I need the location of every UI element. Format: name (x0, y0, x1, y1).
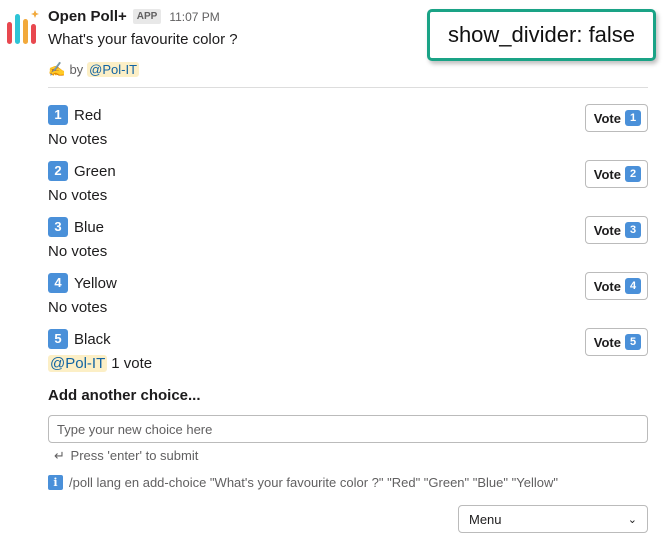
menu-select[interactable]: Menu ⌄ (458, 505, 648, 533)
number-4-icon: 4 (48, 273, 68, 293)
poll-command-text: /poll lang en add-choice "What's your fa… (69, 475, 558, 490)
number-3-icon: 3 (48, 217, 68, 237)
message-header: Open Poll+ APP 11:07 PM (48, 8, 220, 25)
vote-button-5[interactable]: Vote 5 (584, 328, 648, 356)
poll-choices: 1 Red No votes Vote 1 2 Green No votes V… (48, 104, 648, 384)
number-3-icon: 3 (625, 222, 641, 238)
author-mention[interactable]: @Pol-IT (87, 62, 140, 77)
number-2-icon: 2 (625, 166, 641, 182)
open-poll-logo (7, 10, 39, 44)
vote-button-1[interactable]: Vote 1 (584, 104, 648, 132)
vote-button-label: Vote (593, 334, 621, 350)
choice-item: 3 Blue No votes Vote 3 (48, 216, 648, 272)
choice-votes: No votes (48, 186, 108, 204)
choice-label: Green (74, 162, 116, 180)
poll-command: i /poll lang en add-choice "What's your … (48, 475, 558, 490)
number-1-icon: 1 (48, 105, 68, 125)
author-prefix: by (69, 62, 84, 77)
choice-votes: No votes (48, 130, 108, 148)
choice-votes: 1 vote (111, 354, 153, 372)
vote-button-4[interactable]: Vote 4 (584, 272, 648, 300)
number-1-icon: 1 (625, 110, 641, 126)
message-timestamp[interactable]: 11:07 PM (169, 10, 219, 24)
submit-hint-text: Press 'enter' to submit (70, 448, 199, 463)
choice-votes: No votes (48, 298, 108, 316)
vote-button-label: Vote (593, 222, 621, 238)
vote-button-label: Vote (593, 166, 621, 182)
chevron-down-icon: ⌄ (627, 513, 637, 526)
submit-hint: ↵ Press 'enter' to submit (54, 448, 198, 464)
choice-label: Blue (74, 218, 105, 236)
choice-label: Yellow (74, 274, 117, 292)
choice-item: 4 Yellow No votes Vote 4 (48, 272, 648, 328)
poll-author: ✍️ by @Pol-IT (48, 61, 140, 78)
poll-question: What's your favourite color ? (48, 31, 238, 48)
number-5-icon: 5 (625, 334, 641, 350)
number-5-icon: 5 (48, 329, 68, 349)
new-choice-input[interactable] (48, 415, 648, 443)
menu-label: Menu (469, 511, 502, 527)
app-badge: APP (132, 9, 162, 24)
choice-item: 1 Red No votes Vote 1 (48, 104, 648, 160)
choice-label: Black (74, 330, 111, 348)
vote-button-label: Vote (593, 110, 621, 126)
choice-item: 2 Green No votes Vote 2 (48, 160, 648, 216)
app-name[interactable]: Open Poll+ (48, 8, 127, 25)
number-2-icon: 2 (48, 161, 68, 181)
choice-item: 5 Black @Pol-IT 1 vote Vote 5 (48, 328, 648, 384)
header-divider (48, 87, 648, 88)
add-choice-heading: Add another choice... (48, 387, 201, 404)
return-arrow-icon: ↵ (54, 448, 65, 463)
info-icon: i (48, 475, 63, 490)
vote-button-3[interactable]: Vote 3 (584, 216, 648, 244)
choice-label: Red (74, 106, 102, 124)
vote-button-2[interactable]: Vote 2 (584, 160, 648, 188)
overlay-label: show_divider: false (427, 9, 656, 61)
voter-mention[interactable]: @Pol-IT (48, 354, 108, 372)
writing-hand-icon: ✍️ (48, 61, 66, 77)
number-4-icon: 4 (625, 278, 641, 294)
vote-button-label: Vote (593, 278, 621, 294)
choice-votes: No votes (48, 242, 108, 260)
